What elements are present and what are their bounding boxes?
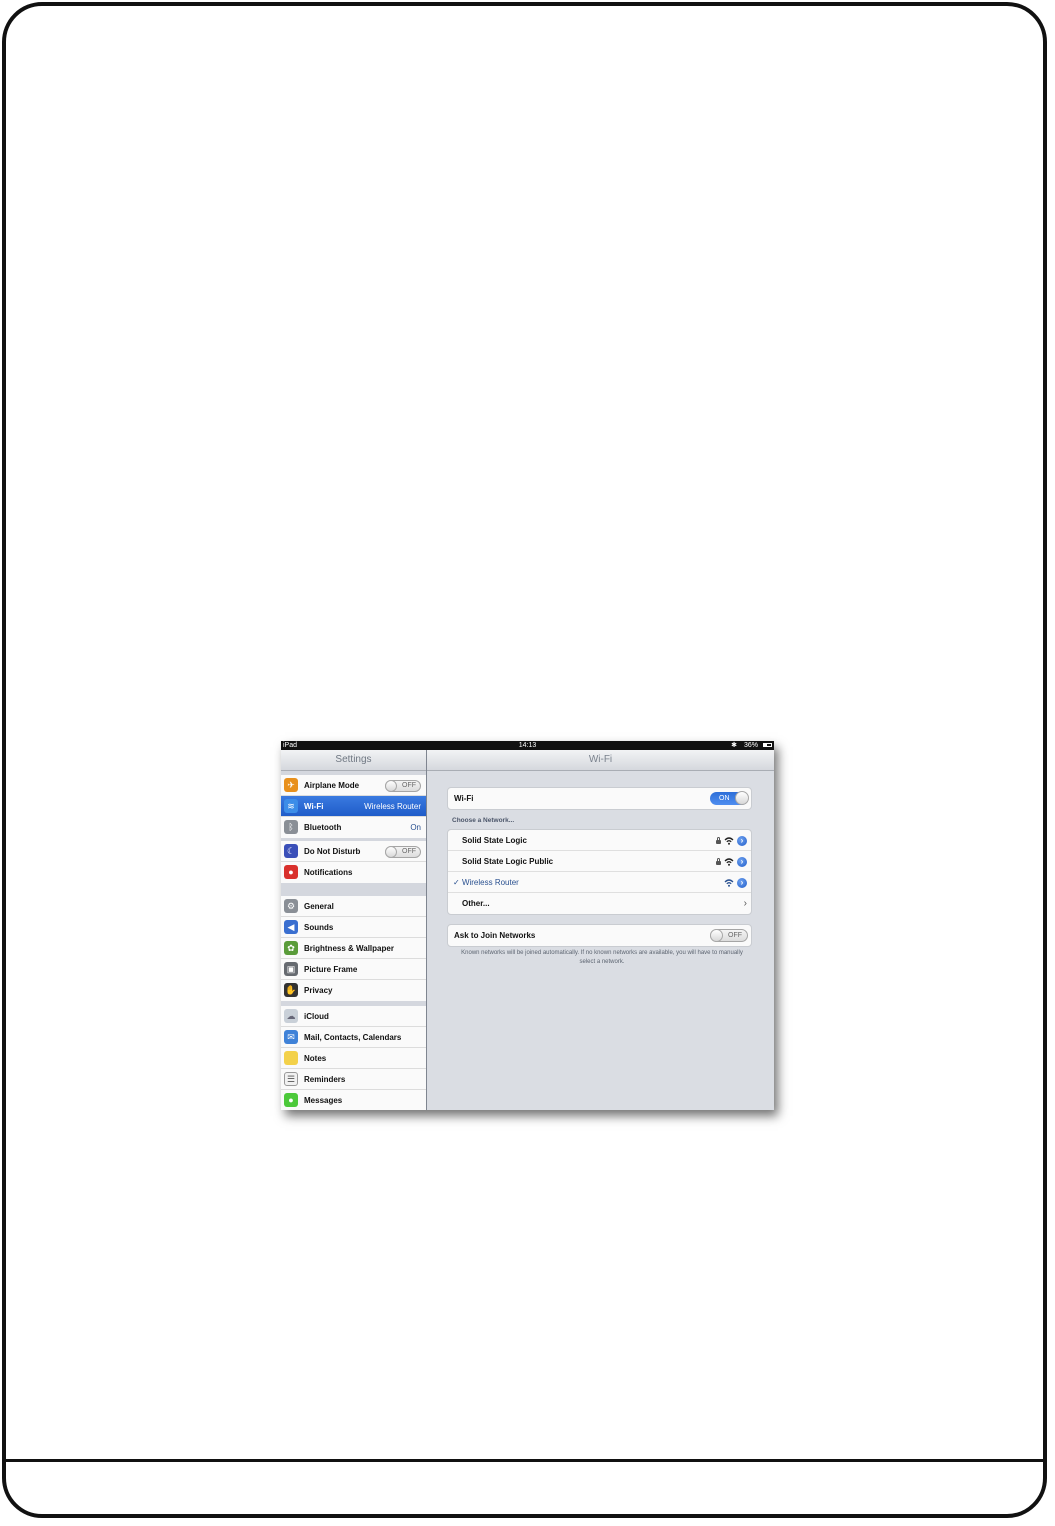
network-list: Solid State Logic › Solid State Logic Pu…: [447, 829, 752, 915]
sidebar-item-label: iCloud: [304, 1012, 329, 1021]
sidebar-item-label: Mail, Contacts, Calendars: [304, 1033, 402, 1042]
speaker-icon: ◀: [284, 920, 298, 934]
wifi-signal-icon: [724, 879, 734, 887]
sidebar-item-label: Bluetooth: [304, 823, 342, 832]
network-row-other[interactable]: Other... ›: [448, 893, 751, 914]
lock-icon: [716, 837, 721, 844]
ask-to-join-label: Ask to Join Networks: [454, 931, 536, 940]
bluetooth-status-icon: ✱: [731, 742, 737, 749]
airplane-mode-switch[interactable]: OFF: [385, 780, 421, 792]
battery-icon: [763, 743, 772, 747]
sidebar-title: Settings: [281, 750, 426, 771]
notes-icon: [284, 1051, 298, 1065]
sidebar-item-notes[interactable]: Notes: [281, 1048, 426, 1069]
wifi-toggle-row: Wi-Fi ON: [448, 788, 751, 809]
sidebar-item-label: Reminders: [304, 1075, 346, 1084]
sidebar-item-airplane-mode[interactable]: ✈ Airplane Mode OFF: [281, 775, 426, 796]
sidebar-item-icloud[interactable]: ☁ iCloud: [281, 1006, 426, 1027]
do-not-disturb-switch[interactable]: OFF: [385, 846, 421, 858]
sidebar-item-messages[interactable]: ● Messages: [281, 1090, 426, 1110]
network-info-button[interactable]: ›: [737, 836, 747, 846]
messages-icon: ●: [284, 1093, 298, 1107]
ask-to-join-card: Ask to Join Networks OFF: [447, 924, 752, 947]
network-row-wireless-router[interactable]: ✓ Wireless Router ›: [448, 872, 751, 893]
sidebar-item-brightness-wallpaper[interactable]: ✿ Brightness & Wallpaper: [281, 938, 426, 959]
sidebar-group-notifications: ☾ Do Not Disturb OFF ● Notifications: [281, 841, 426, 883]
sidebar-item-label: Notifications: [304, 868, 353, 877]
sidebar-item-label: Privacy: [304, 986, 333, 995]
sidebar-item-label: Picture Frame: [304, 965, 358, 974]
sidebar-item-label: Do Not Disturb: [304, 847, 361, 856]
battery-percentage: 36%: [743, 742, 758, 749]
sidebar-item-label: Wi-Fi: [304, 802, 324, 811]
sidebar-item-label: General: [304, 902, 334, 911]
wifi-signal-icon: [724, 837, 734, 845]
network-name: Solid State Logic Public: [462, 857, 554, 866]
reminders-icon: ☰: [284, 1072, 298, 1086]
wifi-toggle-card: Wi-Fi ON: [447, 787, 752, 810]
cloud-icon: ☁: [284, 1009, 298, 1023]
airplane-icon: ✈: [284, 778, 298, 792]
checkmark-icon: ✓: [453, 878, 460, 887]
sidebar-item-label: Notes: [304, 1054, 327, 1063]
choose-network-header: Choose a Network...: [452, 817, 515, 824]
chevron-right-icon: ›: [743, 898, 747, 909]
lock-icon: [716, 858, 721, 865]
brightness-icon: ✿: [284, 941, 298, 955]
notifications-icon: ●: [284, 865, 298, 879]
ipad-screenshot: iPad 14:13 ✱ 36% Settings ✈ Airplane Mod…: [281, 741, 774, 1110]
sidebar-item-notifications[interactable]: ● Notifications: [281, 862, 426, 883]
sidebar-item-value: On: [410, 823, 421, 832]
wifi-icon: ≋: [284, 799, 298, 813]
settings-sidebar: Settings ✈ Airplane Mode OFF ≋ Wi-Fi Wir…: [281, 750, 427, 1110]
sidebar-item-general[interactable]: ⚙ General: [281, 896, 426, 917]
hand-icon: ✋: [284, 983, 298, 997]
detail-title: Wi-Fi: [427, 750, 774, 771]
network-name: Solid State Logic: [462, 836, 527, 845]
network-info-button[interactable]: ›: [737, 857, 747, 867]
sidebar-item-bluetooth[interactable]: ᛒ Bluetooth On: [281, 817, 426, 838]
sidebar-item-sounds[interactable]: ◀ Sounds: [281, 917, 426, 938]
sidebar-group-general: ⚙ General ◀ Sounds ✿ Brightness & Wallpa…: [281, 896, 426, 1001]
other-network-label: Other...: [462, 899, 490, 908]
mail-icon: ✉: [284, 1030, 298, 1044]
sidebar-item-value: Wireless Router: [364, 802, 421, 811]
ask-to-join-row: Ask to Join Networks OFF: [448, 925, 751, 946]
ask-to-join-footnote: Known networks will be joined automatica…: [461, 950, 743, 965]
sidebar-item-label: Airplane Mode: [304, 781, 360, 790]
wifi-toggle-label: Wi-Fi: [454, 794, 474, 803]
sidebar-item-picture-frame[interactable]: ▣ Picture Frame: [281, 959, 426, 980]
sidebar-item-mail-contacts-calendars[interactable]: ✉ Mail, Contacts, Calendars: [281, 1027, 426, 1048]
gear-icon: ⚙: [284, 899, 298, 913]
sidebar-group-connectivity: ✈ Airplane Mode OFF ≋ Wi-Fi Wireless Rou…: [281, 775, 426, 838]
wifi-switch[interactable]: ON: [710, 791, 749, 805]
ask-to-join-switch[interactable]: OFF: [710, 929, 748, 942]
status-bar: iPad 14:13 ✱ 36%: [281, 741, 774, 750]
clock: 14:13: [518, 742, 537, 749]
sidebar-item-label: Sounds: [304, 923, 334, 932]
page-divider: [6, 1459, 1047, 1462]
sidebar-item-do-not-disturb[interactable]: ☾ Do Not Disturb OFF: [281, 841, 426, 862]
sidebar-item-label: Messages: [304, 1096, 343, 1105]
picture-frame-icon: ▣: [284, 962, 298, 976]
wifi-signal-icon: [724, 858, 734, 866]
network-row-solid-state-logic[interactable]: Solid State Logic ›: [448, 830, 751, 851]
sidebar-item-reminders[interactable]: ☰ Reminders: [281, 1069, 426, 1090]
network-row-solid-state-logic-public[interactable]: Solid State Logic Public ›: [448, 851, 751, 872]
sidebar-item-label: Brightness & Wallpaper: [304, 944, 394, 953]
sidebar-group-accounts: ☁ iCloud ✉ Mail, Contacts, Calendars Not…: [281, 1006, 426, 1110]
network-name: Wireless Router: [461, 878, 519, 887]
moon-icon: ☾: [284, 844, 298, 858]
sidebar-item-wifi[interactable]: ≋ Wi-Fi Wireless Router: [281, 796, 426, 817]
wifi-detail-pane: Wi-Fi Wi-Fi ON Choose a Network... Solid…: [427, 750, 774, 1110]
sidebar-item-privacy[interactable]: ✋ Privacy: [281, 980, 426, 1001]
bluetooth-icon: ᛒ: [284, 820, 298, 834]
network-info-button[interactable]: ›: [737, 878, 747, 888]
